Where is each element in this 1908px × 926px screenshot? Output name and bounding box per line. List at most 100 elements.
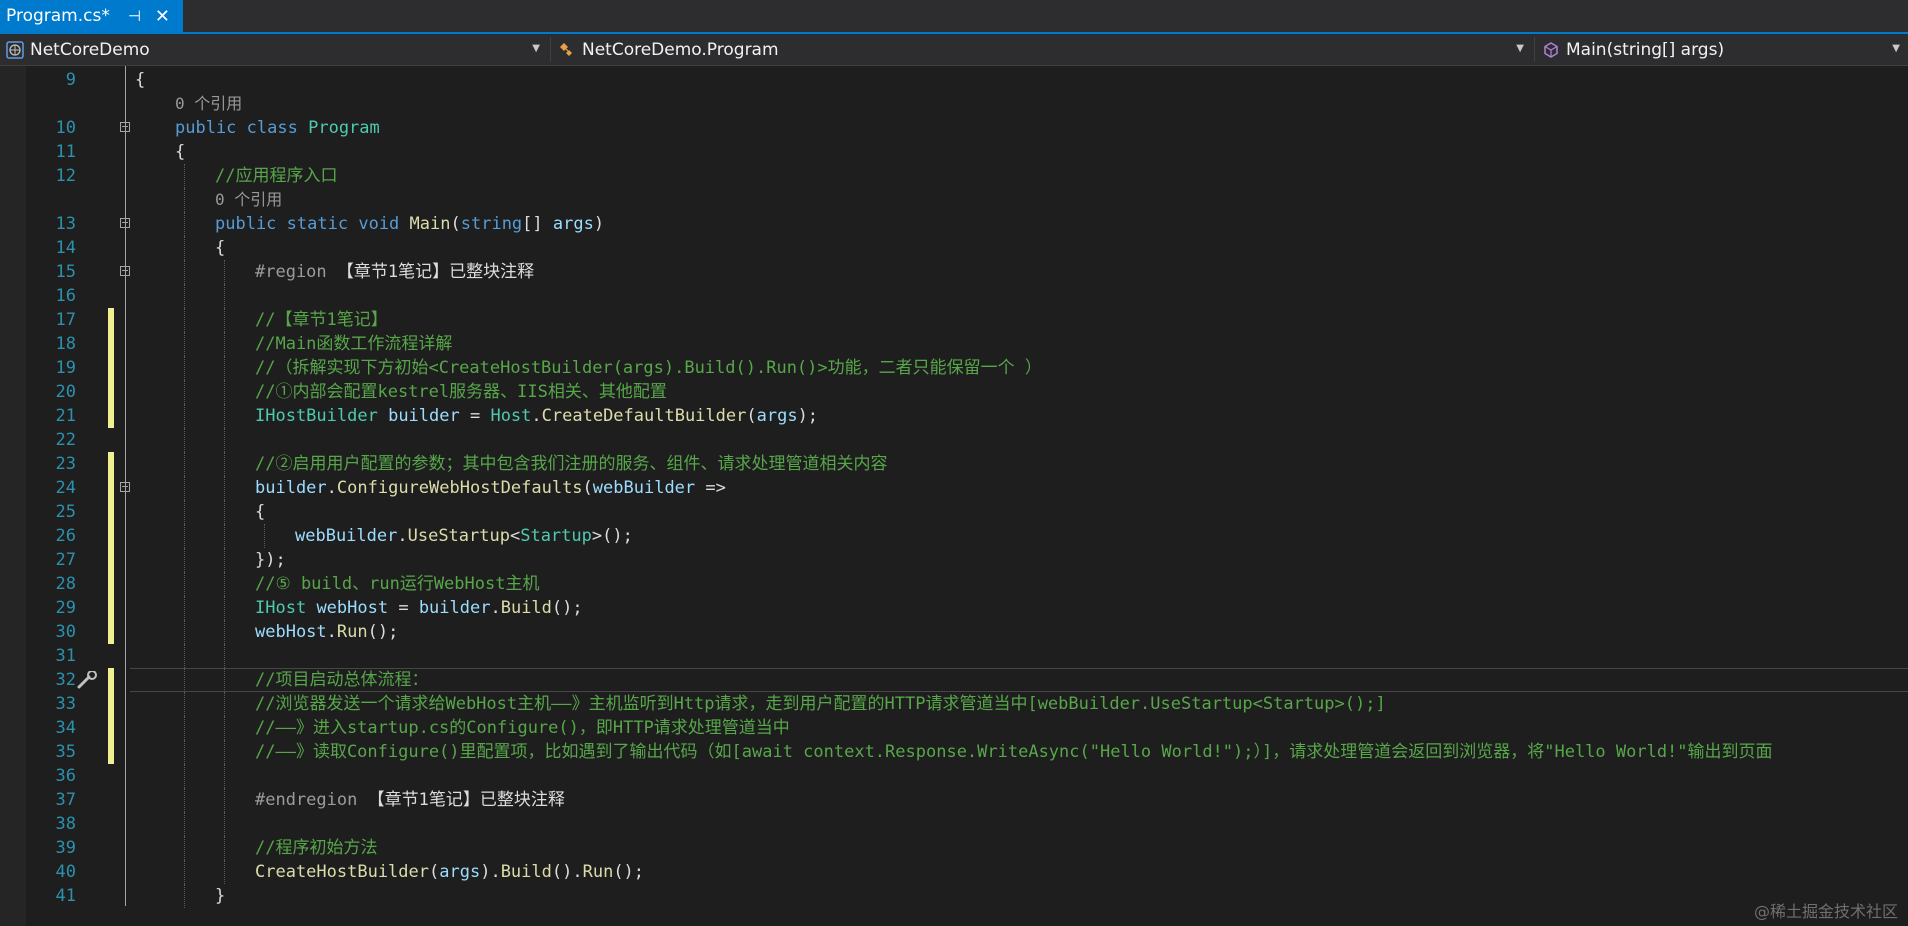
code-token: webBuilder: [295, 526, 398, 546]
code-line[interactable]: 26 webBuilder.UseStartup<Startup>();: [0, 524, 1908, 548]
indent-guide: [184, 812, 185, 836]
code-line[interactable]: 11 {: [0, 140, 1908, 164]
line-number: 9: [65, 70, 76, 90]
code-line[interactable]: 37 #endregion 【章节1笔记】已整块注释: [0, 788, 1908, 812]
code-line[interactable]: 15 #region 【章节1笔记】已整块注释: [0, 260, 1908, 284]
project-dropdown[interactable]: NetCoreDemo ▼: [0, 34, 548, 65]
code-line[interactable]: 22: [0, 428, 1908, 452]
code-token: }: [215, 886, 226, 906]
code-line[interactable]: 16: [0, 284, 1908, 308]
navigation-bar: NetCoreDemo ▼ NetCoreDemo.Program ▼ Main…: [0, 34, 1908, 66]
code-line[interactable]: 29 IHost webHost = builder.Build();: [0, 596, 1908, 620]
indent-guide: [184, 740, 185, 764]
code-line[interactable]: 12 //应用程序入口: [0, 164, 1908, 188]
code-token: builder: [388, 406, 460, 426]
code-line[interactable]: 18 //Main函数工作流程详解: [0, 332, 1908, 356]
code-token: args: [552, 214, 594, 234]
code-token: .: [326, 478, 337, 498]
code-line[interactable]: 21 IHostBuilder builder = Host.CreateDefa…: [0, 404, 1908, 428]
member-name: Main(string[] args): [1566, 39, 1725, 60]
code-line[interactable]: 38: [0, 812, 1908, 836]
code-line[interactable]: 14 {: [0, 236, 1908, 260]
code-line[interactable]: 31: [0, 644, 1908, 668]
code-line[interactable]: 0 个引用: [0, 92, 1908, 116]
indent-guide: [184, 788, 185, 812]
code-line[interactable]: 28 //⑤ build、run运行WebHost主机: [0, 572, 1908, 596]
code-line[interactable]: 20 //①内部会配置kestrel服务器、IIS相关、其他配置: [0, 380, 1908, 404]
quick-actions-wrench-icon[interactable]: [76, 671, 100, 689]
change-marker: [108, 308, 114, 332]
type-dropdown[interactable]: NetCoreDemo.Program ▼: [552, 34, 1532, 65]
code-line[interactable]: 30 webHost.Run();: [0, 620, 1908, 644]
code-line[interactable]: 24 builder.ConfigureWebHostDefaults(webBu…: [0, 476, 1908, 500]
code-token: //——》进入startup.cs的Configure()，即HTTP请求处理管…: [255, 718, 790, 738]
code-text: #endregion 【章节1笔记】已整块注释: [255, 788, 565, 812]
code-line[interactable]: 9{: [0, 68, 1908, 92]
code-line[interactable]: 19 //（拆解实现下方初始<CreateHostBuilder(args).Bu…: [0, 356, 1908, 380]
change-marker: [108, 524, 114, 548]
code-text: webHost.Run();: [255, 620, 398, 644]
pin-icon[interactable]: ⊣: [128, 7, 141, 25]
type-name: NetCoreDemo.Program: [582, 39, 779, 60]
code-token: webHost: [316, 598, 389, 618]
codelens-references[interactable]: 0 个引用: [175, 94, 242, 113]
code-line[interactable]: 35 //——》读取Configure()里配置项，比如遇到了输出代码（如[awa…: [0, 740, 1908, 764]
code-token: ().: [551, 862, 583, 882]
indent-guide: [224, 332, 225, 356]
line-number: 19: [55, 358, 76, 378]
code-token: builder: [255, 478, 327, 498]
indent-guide: [224, 476, 225, 500]
indent-guide: [224, 620, 225, 644]
code-token: {: [255, 502, 266, 522]
indent-guide: [224, 788, 225, 812]
code-text: IHostBuilder builder = Host.CreateDefaul…: [255, 404, 818, 428]
code-line[interactable]: 23 //②启用用户配置的参数；其中包含我们注册的服务、组件、请求处理管道相关内容: [0, 452, 1908, 476]
code-line[interactable]: 33 //浏览器发送一个请求给WebHost主机——》主机监听到Http请求，走到…: [0, 692, 1908, 716]
code-token: >();: [591, 526, 633, 546]
change-marker: [108, 452, 114, 476]
indent-guide: [184, 668, 185, 692]
indent-guide: [184, 284, 185, 308]
code-token: webHost: [255, 622, 327, 642]
change-marker: [108, 380, 114, 404]
code-token: IHost: [255, 598, 307, 618]
code-line[interactable]: 39 //程序初始方法: [0, 836, 1908, 860]
line-number: 41: [55, 886, 76, 906]
indent-guide: [224, 740, 225, 764]
code-line[interactable]: 25 {: [0, 500, 1908, 524]
code-token: //Main函数工作流程详解: [255, 334, 453, 354]
code-token: .: [490, 598, 501, 618]
code-line[interactable]: 17 //【章节1笔记】: [0, 308, 1908, 332]
chevron-down-icon: ▼: [1892, 43, 1900, 54]
code-text: });: [255, 548, 286, 572]
code-line[interactable]: 40 CreateHostBuilder(args).Build().Run();: [0, 860, 1908, 884]
code-text: public class Program: [175, 116, 380, 140]
change-marker: [108, 332, 114, 356]
code-editor[interactable]: 9{0 个引用 10 public class Program 11{12//应用程序…: [0, 66, 1908, 926]
indent-guide: [224, 692, 225, 716]
code-line[interactable]: 13 public static void Main(string[] args): [0, 212, 1908, 236]
indent-guide: [184, 548, 185, 572]
outlining-margin-line: [125, 66, 126, 906]
codelens-references[interactable]: 0 个引用: [215, 190, 282, 209]
code-line[interactable]: 32 //项目启动总体流程：: [0, 668, 1908, 692]
close-icon[interactable]: ✕: [155, 6, 170, 27]
code-token: {: [215, 238, 226, 258]
member-dropdown[interactable]: Main(string[] args) ▼: [1536, 34, 1908, 65]
code-text: {: [135, 68, 145, 92]
code-token: (: [746, 406, 757, 426]
line-number: 25: [55, 502, 76, 522]
code-line[interactable]: 34 //——》进入startup.cs的Configure()，即HTTP请求处…: [0, 716, 1908, 740]
tab-program-cs[interactable]: Program.cs* ⊣ ✕: [0, 0, 183, 32]
indent-guide: [184, 428, 185, 452]
code-line[interactable]: 0 个引用: [0, 188, 1908, 212]
indent-guide: [224, 812, 225, 836]
code-line[interactable]: 36: [0, 764, 1908, 788]
code-line[interactable]: 41}: [0, 884, 1908, 908]
code-line[interactable]: 10 public class Program: [0, 116, 1908, 140]
code-token: ConfigureWebHostDefaults: [336, 478, 583, 498]
code-line[interactable]: 27});: [0, 548, 1908, 572]
code-token: []: [522, 214, 553, 234]
code-text: builder.ConfigureWebHostDefaults(webBuil…: [255, 476, 726, 500]
